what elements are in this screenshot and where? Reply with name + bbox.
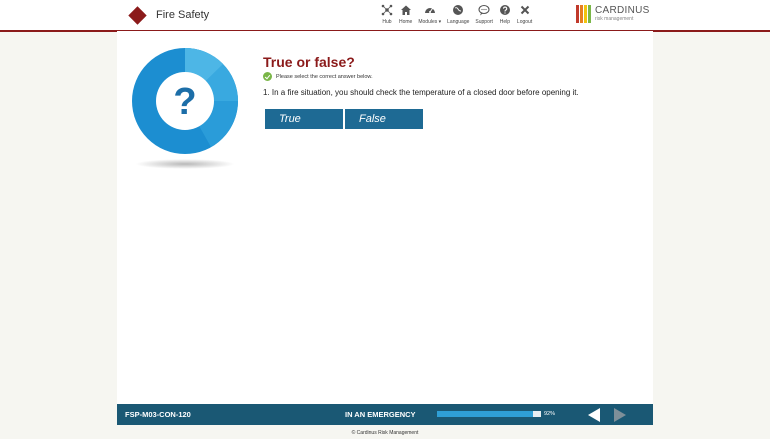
instruction-row: Please select the correct answer below. (263, 72, 373, 81)
nav-logout-label: Logout (516, 19, 533, 25)
question-card: ? True or false? Please select the corre… (117, 31, 653, 404)
question-title: True or false? (263, 54, 355, 70)
screen-code: FSP-M03-CON-120 (125, 410, 191, 419)
badge-shadow (135, 159, 235, 169)
progress-label: 92% (544, 411, 556, 417)
nav-modules[interactable]: Modules ▾ (418, 4, 441, 25)
help-icon (499, 5, 510, 15)
check-icon (263, 72, 272, 81)
logo-tagline: risk management (595, 16, 634, 22)
svg-text:?: ? (173, 81, 196, 123)
app-brand: Fire Safety (128, 5, 210, 25)
progress-bar (437, 411, 541, 417)
modules-icon (424, 8, 435, 13)
answer-true-button[interactable]: True (265, 109, 343, 129)
logo-wordmark: CARDINUS (595, 5, 650, 16)
nav-logout[interactable]: Logout (517, 4, 532, 25)
hub-icon (381, 4, 393, 16)
chat-icon (478, 4, 490, 16)
footer-bar: FSP-M03-CON-120 IN AN EMERGENCY 92% (117, 404, 653, 425)
nav-help[interactable]: Help (499, 4, 511, 25)
copyright-text: © Cardinus Risk Management (351, 430, 419, 436)
section-title: IN AN EMERGENCY (345, 410, 416, 419)
top-header: Fire Safety Hub Home Modules ▾ Language … (0, 0, 770, 32)
question-text: 1. In a fire situation, you should check… (263, 88, 579, 97)
answer-false-button[interactable]: False (345, 109, 423, 129)
question-badge: ? (131, 47, 239, 172)
home-icon (400, 5, 411, 15)
previous-arrow-icon[interactable] (588, 408, 600, 422)
nav-hub[interactable]: Hub (381, 4, 393, 25)
nav-modules-label: Modules ▾ (418, 19, 442, 25)
nav-support-label: Support (475, 19, 493, 25)
cardinus-logo: CARDINUS risk management (576, 5, 650, 23)
question-mark-icon: ? (132, 47, 238, 154)
nav-help-label: Help (499, 19, 511, 25)
nav-home[interactable]: Home (399, 4, 412, 25)
nav-support[interactable]: Support (475, 4, 493, 25)
nav-language-label: Language (447, 19, 470, 25)
app-title: Fire Safety (156, 9, 210, 21)
close-icon (520, 5, 529, 15)
nav-home-label: Home (399, 19, 413, 25)
instruction-text: Please select the correct answer below. (276, 73, 373, 80)
fire-safety-logo-icon (128, 5, 147, 25)
progress-fill (437, 411, 533, 417)
top-nav: Hub Home Modules ▾ Language Support Help… (381, 4, 538, 25)
next-arrow-icon[interactable] (614, 408, 626, 422)
globe-icon (453, 5, 464, 15)
nav-hub-label: Hub (382, 19, 392, 25)
answer-options: True False (265, 109, 425, 129)
nav-language[interactable]: Language (447, 4, 469, 25)
logo-bars-icon (576, 5, 592, 23)
